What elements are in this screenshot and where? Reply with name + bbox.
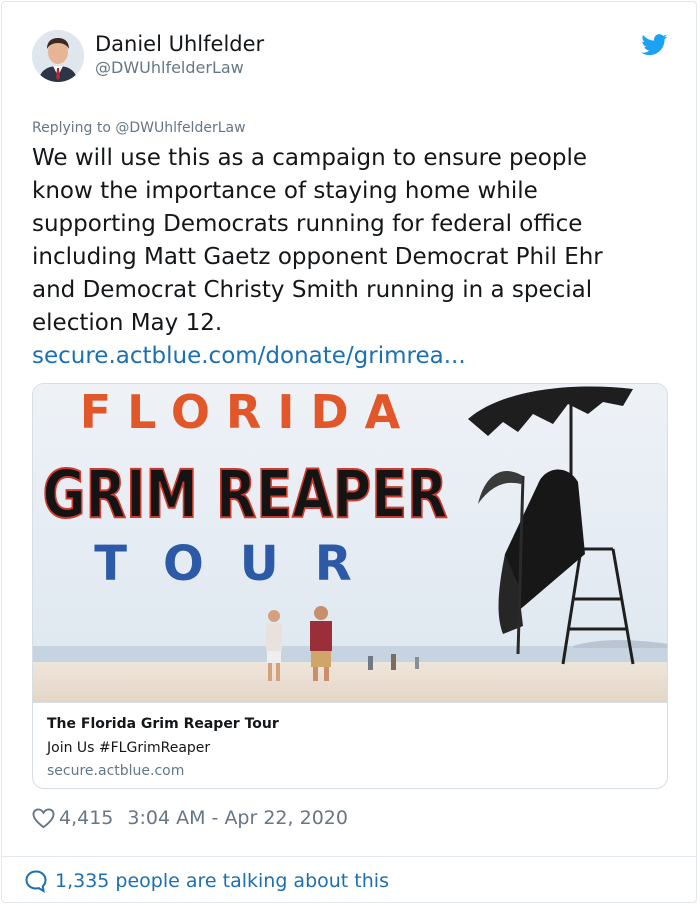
headline-tour: TOUR xyxy=(94,536,387,592)
like-count[interactable]: 4,415 xyxy=(59,807,113,829)
twitter-bird-icon[interactable] xyxy=(641,34,668,56)
author-handle[interactable]: @DWUhlfelderLaw xyxy=(95,58,244,77)
talking-about-link[interactable]: 1,335 people are talking about this xyxy=(24,868,389,894)
card-domain: secure.actblue.com xyxy=(47,763,185,779)
author-display-name[interactable]: Daniel Uhlfelder xyxy=(95,32,264,56)
timestamp[interactable]: 3:04 AM - Apr 22, 2020 xyxy=(127,807,348,829)
card-title: The Florida Grim Reaper Tour xyxy=(47,716,279,732)
speech-bubble-icon xyxy=(25,870,47,893)
tweet-stats: 4,415 3:04 AM - Apr 22, 2020 xyxy=(32,806,348,830)
tweet-link[interactable]: secure.actblue.com/donate/grimrea... xyxy=(32,340,466,373)
link-preview-card[interactable]: FLORIDA GRIM REAPER TOUR The Florida Gri… xyxy=(32,383,668,789)
heart-icon[interactable] xyxy=(32,807,55,829)
talking-about-text[interactable]: 1,335 people are talking about this xyxy=(55,870,389,892)
card-image: FLORIDA GRIM REAPER TOUR xyxy=(33,384,667,702)
card-meta: The Florida Grim Reaper Tour Join Us #FL… xyxy=(33,702,667,788)
card-description: Join Us #FLGrimReaper xyxy=(47,740,211,756)
replying-to: Replying to @DWUhlfelderLaw xyxy=(32,120,246,136)
avatar[interactable] xyxy=(32,30,84,82)
headline-florida: FLORIDA xyxy=(80,385,417,439)
divider xyxy=(1,856,697,857)
tweet-text: We will use this as a campaign to ensure… xyxy=(32,145,603,336)
headline-grim-reaper: GRIM REAPER xyxy=(43,456,448,533)
